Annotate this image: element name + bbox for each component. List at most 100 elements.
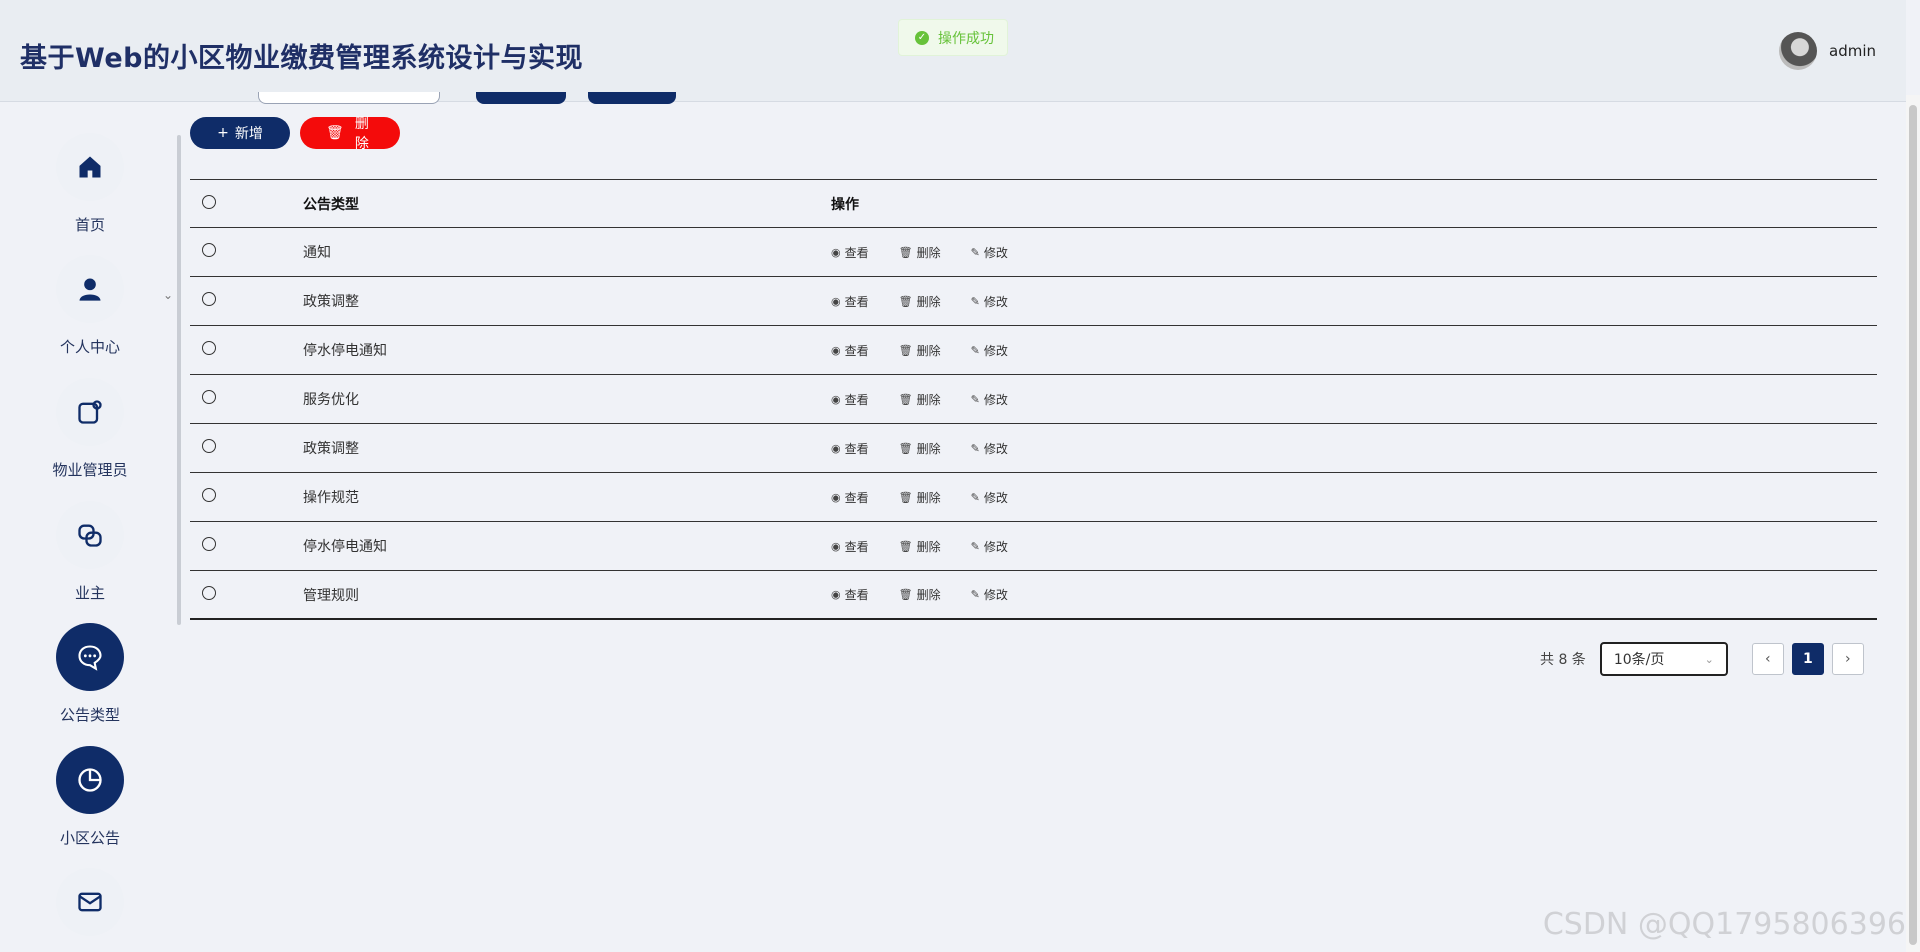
edit-button[interactable]: ✎ 修改 (971, 342, 1008, 359)
home-icon[interactable] (56, 133, 124, 201)
sidebar-item-label: 物业管理员 (52, 461, 128, 479)
table-row: 停水停电通知 ◉ 查看 🗑 删除 ✎ 修改 (190, 522, 1877, 571)
view-label: 查看 (844, 343, 869, 358)
select-all-radio[interactable] (202, 194, 216, 209)
row-delete-button[interactable]: 🗑 删除 (899, 244, 941, 261)
sidebar: 首页 个人中心 物业管理员 业主 公告类型 小区公告 (0, 103, 180, 952)
trash-icon: 🗑 (898, 539, 913, 553)
row-select-radio[interactable] (202, 243, 216, 257)
scrollbar-thumb[interactable] (1909, 105, 1917, 945)
row-select-radio[interactable] (202, 439, 216, 453)
row-select-radio[interactable] (202, 488, 216, 502)
trash-icon: 🗑 (898, 441, 913, 455)
row-select-radio[interactable] (202, 292, 216, 306)
page-size-select[interactable]: 10条/页 ⌄ (1599, 642, 1728, 676)
check-icon: ✓ (915, 30, 929, 45)
delete-label: 删除 (916, 392, 941, 407)
delete-label: 删除 (916, 588, 941, 602)
edit-icon: ✎ (970, 294, 980, 308)
add-button[interactable]: + 新增 (190, 117, 290, 149)
row-delete-button[interactable]: 🗑 删除 (899, 293, 941, 310)
app-title: 基于Web的小区物业缴费管理系统设计与实现 (20, 43, 583, 74)
mail-icon[interactable] (56, 868, 124, 936)
edit-icon: ✎ (970, 392, 980, 406)
row-select-radio[interactable] (202, 537, 216, 551)
view-label: 查看 (844, 539, 869, 554)
pie-chart-icon[interactable] (56, 746, 124, 814)
row-select-radio[interactable] (202, 585, 216, 600)
view-button[interactable]: ◉ 查看 (831, 391, 869, 408)
row-delete-button[interactable]: 🗑 删除 (899, 538, 941, 555)
view-button[interactable]: ◉ 查看 (831, 440, 869, 457)
chevron-down-icon[interactable]: ⌄ (163, 288, 173, 302)
row-select-radio[interactable] (202, 341, 216, 355)
trash-icon: 🗑 (898, 490, 913, 504)
sidebar-item-notice-type[interactable]: 公告类型 (0, 623, 180, 725)
admin-icon[interactable] (56, 378, 124, 446)
cell-type: 政策调整 (303, 294, 359, 310)
edit-button[interactable]: ✎ 修改 (971, 293, 1008, 310)
edit-button[interactable]: ✎ 修改 (971, 586, 1008, 603)
owner-icon[interactable] (56, 501, 124, 569)
view-button[interactable]: ◉ 查看 (831, 538, 869, 555)
pagination: 共 8 条 10条/页 ⌄ ‹ 1 › (1540, 642, 1864, 676)
avatar[interactable] (1779, 32, 1817, 70)
delete-label: 删除 (916, 343, 941, 358)
row-delete-button[interactable]: 🗑 删除 (899, 440, 941, 457)
sidebar-item-message[interactable] (0, 868, 180, 936)
view-label: 查看 (844, 441, 869, 456)
trash-icon: 🗑 (898, 392, 913, 406)
row-delete-button[interactable]: 🗑 删除 (899, 342, 941, 359)
sidebar-item-profile[interactable]: 个人中心 (0, 255, 180, 357)
chat-icon[interactable] (56, 623, 124, 691)
trash-icon: 🗑 (898, 588, 913, 601)
view-button[interactable]: ◉ 查看 (831, 586, 869, 603)
edit-button[interactable]: ✎ 修改 (971, 244, 1008, 261)
edit-icon: ✎ (970, 441, 980, 455)
row-delete-button[interactable]: 🗑 删除 (899, 586, 941, 603)
page-scrollbar[interactable] (1906, 95, 1920, 952)
row-delete-button[interactable]: 🗑 删除 (899, 489, 941, 506)
user-icon[interactable] (56, 255, 124, 323)
view-button[interactable]: ◉ 查看 (831, 244, 869, 261)
edit-button[interactable]: ✎ 修改 (971, 391, 1008, 408)
edit-label: 修改 (983, 539, 1008, 554)
edit-icon: ✎ (970, 539, 980, 553)
delete-button[interactable]: 🗑 删除 (300, 116, 400, 152)
eye-icon: ◉ (831, 245, 841, 259)
trash-icon: 🗑 (898, 294, 913, 308)
search-button-edge[interactable] (476, 92, 566, 104)
sidebar-item-home[interactable]: 首页 (0, 133, 180, 235)
user-menu[interactable]: admin (1779, 32, 1876, 70)
view-button[interactable]: ◉ 查看 (831, 342, 869, 359)
sidebar-item-owner[interactable]: 业主 (0, 501, 180, 603)
reset-button-edge[interactable] (588, 92, 676, 104)
cell-type: 服务优化 (303, 392, 359, 408)
page-button-current[interactable]: 1 (1791, 643, 1824, 675)
view-button[interactable]: ◉ 查看 (831, 293, 869, 310)
prev-page-button[interactable]: ‹ (1751, 643, 1784, 675)
header: 基于Web的小区物业缴费管理系统设计与实现 ✓ 操作成功 admin (0, 0, 1906, 102)
sidebar-item-admin[interactable]: 物业管理员 (0, 378, 180, 480)
view-button[interactable]: ◉ 查看 (831, 489, 869, 506)
eye-icon: ◉ (831, 343, 841, 357)
sidebar-item-notice[interactable]: 小区公告 (0, 746, 180, 848)
cell-type: 操作规范 (303, 490, 359, 506)
edit-icon: ✎ (970, 343, 980, 357)
view-label: 查看 (844, 294, 869, 309)
edit-button[interactable]: ✎ 修改 (971, 538, 1008, 555)
sidebar-scrollbar[interactable] (177, 135, 181, 625)
edit-button[interactable]: ✎ 修改 (971, 440, 1008, 457)
edit-button[interactable]: ✎ 修改 (971, 489, 1008, 506)
edit-label: 修改 (983, 490, 1008, 505)
row-select-radio[interactable] (202, 390, 216, 404)
trash-icon: 🗑 (898, 245, 913, 259)
row-delete-button[interactable]: 🗑 删除 (899, 391, 941, 408)
eye-icon: ◉ (831, 490, 841, 504)
trash-icon: 🗑 (898, 343, 913, 357)
username[interactable]: admin (1829, 42, 1876, 60)
success-toast: ✓ 操作成功 (898, 19, 1008, 56)
search-input-edge[interactable] (258, 92, 440, 104)
delete-button-label: 删除 (354, 116, 369, 152)
next-page-button[interactable]: › (1831, 643, 1864, 675)
